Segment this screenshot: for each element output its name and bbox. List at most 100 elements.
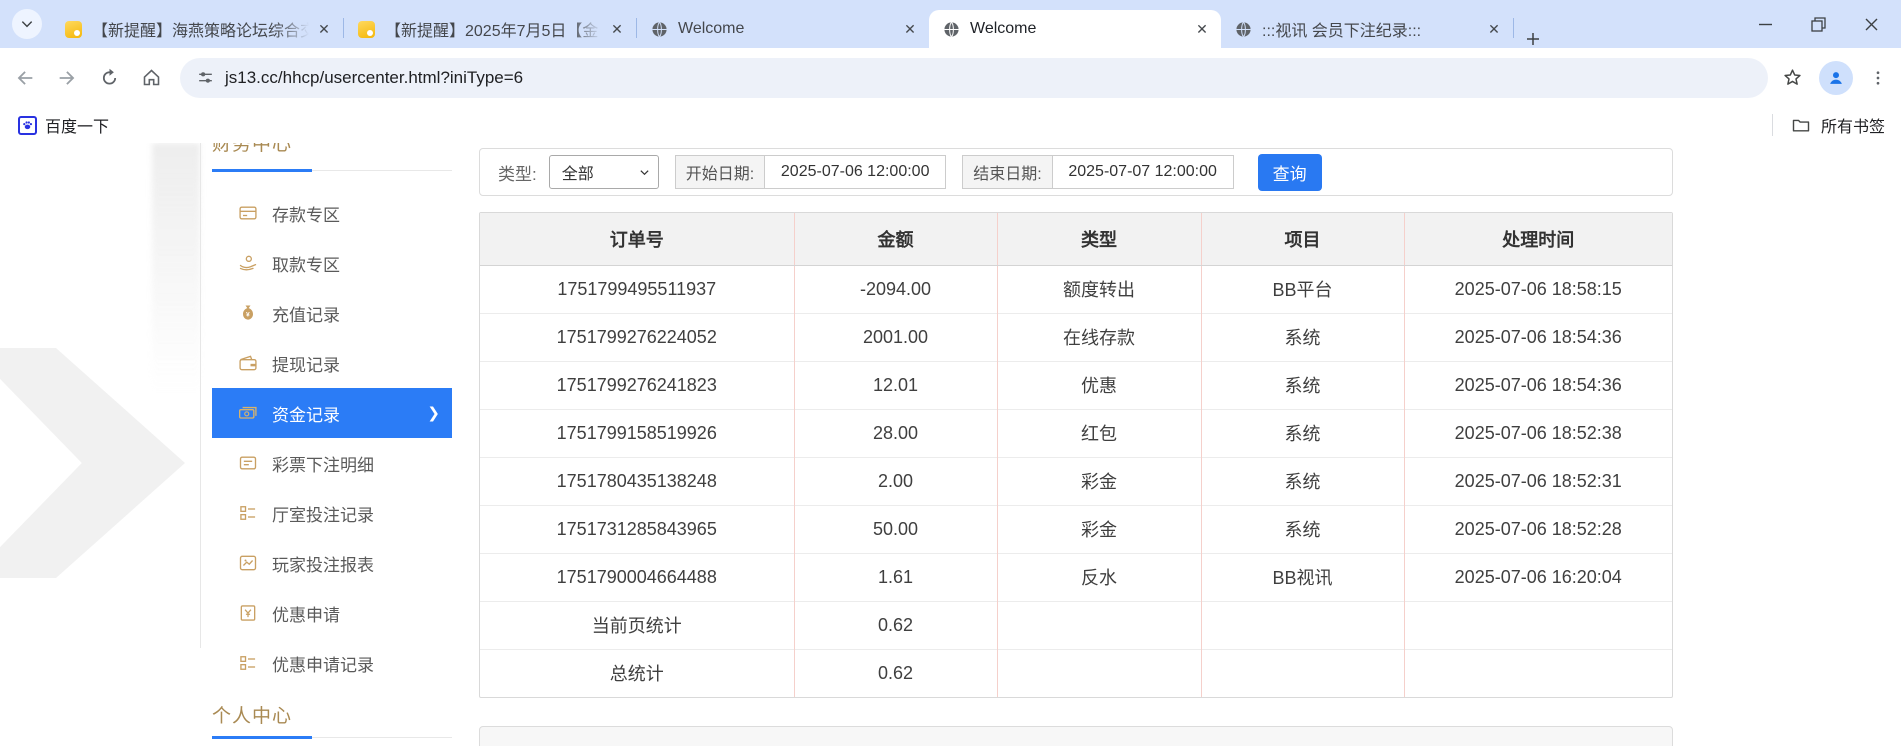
browser-tab[interactable]: 【新提醒】2025年7月5日【金 ✕ [344,10,636,48]
forum-favicon-icon [65,20,82,38]
back-button[interactable] [8,61,42,95]
sidebar-item-recharge-record[interactable]: ¥ 充值记录 [212,288,452,338]
cell-time: 2025-07-06 18:58:15 [1403,264,1672,313]
window-restore-button[interactable] [1811,16,1826,32]
browser-tab-active[interactable]: Welcome ✕ [929,10,1221,48]
browser-tab[interactable]: Welcome ✕ [637,10,929,48]
chevron-down-icon [21,21,33,28]
funds-record-table: 订单号 金额 类型 项目 处理时间 1751799495511937 -2094.… [479,212,1673,698]
baidu-paw-icon [18,115,37,135]
bookmark-star-button[interactable] [1782,67,1803,88]
sidebar-item-promo-apply[interactable]: 优惠申请 [212,588,452,638]
profile-avatar[interactable] [1819,60,1853,95]
tab-title: 【新提醒】2025年7月5日【金 [385,23,599,40]
all-bookmarks-label: 所有书签 [1820,119,1885,136]
site-info-icon[interactable] [196,68,215,87]
cell-summary-amount: 0.62 [793,648,997,697]
chevron-down-icon [640,169,649,175]
table-row: 1751790004664488 1.61 反水 BB视讯 2025-07-06 16:… [480,552,1672,601]
arrow-right-icon [59,70,75,85]
webpage-content: 财务中心 存款专区 取款专区 ¥ 充值记录 提现记录 资金记录 ❯ 彩票下注明细… [0,143,1901,746]
cell-type: 反水 [996,552,1201,601]
plus-icon [1527,33,1539,45]
tab-close-icon[interactable]: ✕ [608,20,626,38]
chart-report-icon [238,553,258,573]
section-divider [212,169,452,172]
cell-amount: 2001.00 [793,312,997,361]
cell-amount: 12.01 [793,360,997,409]
tab-close-icon[interactable]: ✕ [315,20,333,38]
three-dots-icon [1876,70,1880,85]
browser-menu-button[interactable] [1869,69,1887,87]
type-select[interactable]: 全部 [548,155,659,189]
money-bag-icon: ¥ [238,303,258,323]
url-text[interactable]: js13.cc/hhcp/usercenter.html?iniType=6 [225,68,523,88]
tab-close-icon[interactable]: ✕ [1193,20,1211,38]
sidebar-item-funds-record[interactable]: 资金记录 ❯ [212,388,452,438]
tab-search-button[interactable] [12,9,42,39]
cell-time: 2025-07-06 18:54:36 [1403,312,1672,361]
new-tab-button[interactable] [1524,30,1542,48]
window-minimize-button[interactable] [1758,17,1773,32]
tab-title: Welcome [678,20,745,37]
cell-project: 系统 [1200,456,1404,505]
reload-button[interactable] [92,61,126,95]
tab-close-icon[interactable]: ✕ [1485,20,1503,38]
forward-button[interactable] [50,61,84,95]
folder-icon [1792,119,1810,132]
sidebar-item-player-bet-report[interactable]: 玩家投注报表 [212,538,452,588]
sidebar-item-withdraw-zone[interactable]: 取款专区 [212,238,452,288]
cell-time: 2025-07-06 16:20:04 [1403,552,1672,601]
sidebar-item-withdrawal-record[interactable]: 提现记录 [212,338,452,388]
table-summary-row-page: 当前页统计 0.62 [480,600,1672,649]
browser-tab[interactable]: 【新提醒】海燕策略论坛综合交 ✕ [51,10,343,48]
home-button[interactable] [134,61,168,95]
sidebar-item-label: 玩家投注报表 [272,555,374,575]
cell-project: BB平台 [1200,264,1404,313]
end-date-input[interactable] [1051,155,1234,189]
start-date-label: 开始日期: [674,155,765,189]
wallet-icon [238,353,258,373]
column-header-project: 项目 [1200,213,1404,266]
sidebar-item-label: 资金记录 [272,405,340,425]
cell-order-no: 1751799276241823 [480,360,794,409]
cell-time: 2025-07-06 18:52:28 [1403,504,1672,553]
cell-summary-amount: 0.62 [793,600,997,649]
tab-title: Welcome [970,20,1037,37]
globe-favicon-icon [651,21,668,38]
cell-order-no: 1751799158519926 [480,408,794,457]
browser-tab[interactable]: :::视讯 会员下注纪录::: ✕ [1221,10,1513,48]
type-filter-label: 类型: [498,164,537,184]
all-bookmarks-button[interactable]: 所有书签 [1771,113,1901,137]
start-date-input[interactable] [764,155,947,189]
cell-order-no: 1751799276224052 [480,312,794,361]
cell-type: 在线存款 [996,312,1201,361]
tab-close-icon[interactable]: ✕ [901,20,919,38]
tab-title: :::视讯 会员下注纪录::: [1262,23,1422,40]
cell-amount: 50.00 [793,504,997,553]
window-close-button[interactable] [1864,17,1879,32]
bookmark-baidu[interactable]: 百度一下 [18,113,109,137]
svg-text:¥: ¥ [246,311,250,318]
cell-project: BB视讯 [1200,552,1404,601]
sidebar-section-finance: 财务中心 [212,143,293,155]
sidebar-item-deposit-zone[interactable]: 存款专区 [212,188,452,238]
cell-type: 彩金 [996,504,1201,553]
query-button[interactable]: 查询 [1257,153,1322,191]
tab-title: 【新提醒】海燕策略论坛综合交 [92,23,309,40]
type-select-value: 全部 [561,166,594,183]
reload-icon [102,68,116,85]
sidebar-item-hall-bet-record[interactable]: 厅室投注记录 [212,488,452,538]
forum-favicon-icon [358,20,375,38]
address-bar[interactable]: js13.cc/hhcp/usercenter.html?iniType=6 [180,57,1768,98]
cell-order-no: 1751790004664488 [480,552,794,601]
cell-time: 2025-07-06 18:54:36 [1403,360,1672,409]
cell-summary-label: 当前页统计 [480,600,794,649]
column-header-order-no: 订单号 [480,213,794,266]
coupon-yuan-icon [238,603,258,623]
bookmark-label: 百度一下 [45,119,110,136]
table-summary-row-total: 总统计 0.62 [480,648,1672,697]
sidebar-item-promo-apply-record[interactable]: 优惠申请记录 [212,638,452,688]
end-date-label: 结束日期: [962,155,1052,189]
sidebar-item-lottery-bet-detail[interactable]: 彩票下注明细 [212,438,452,488]
